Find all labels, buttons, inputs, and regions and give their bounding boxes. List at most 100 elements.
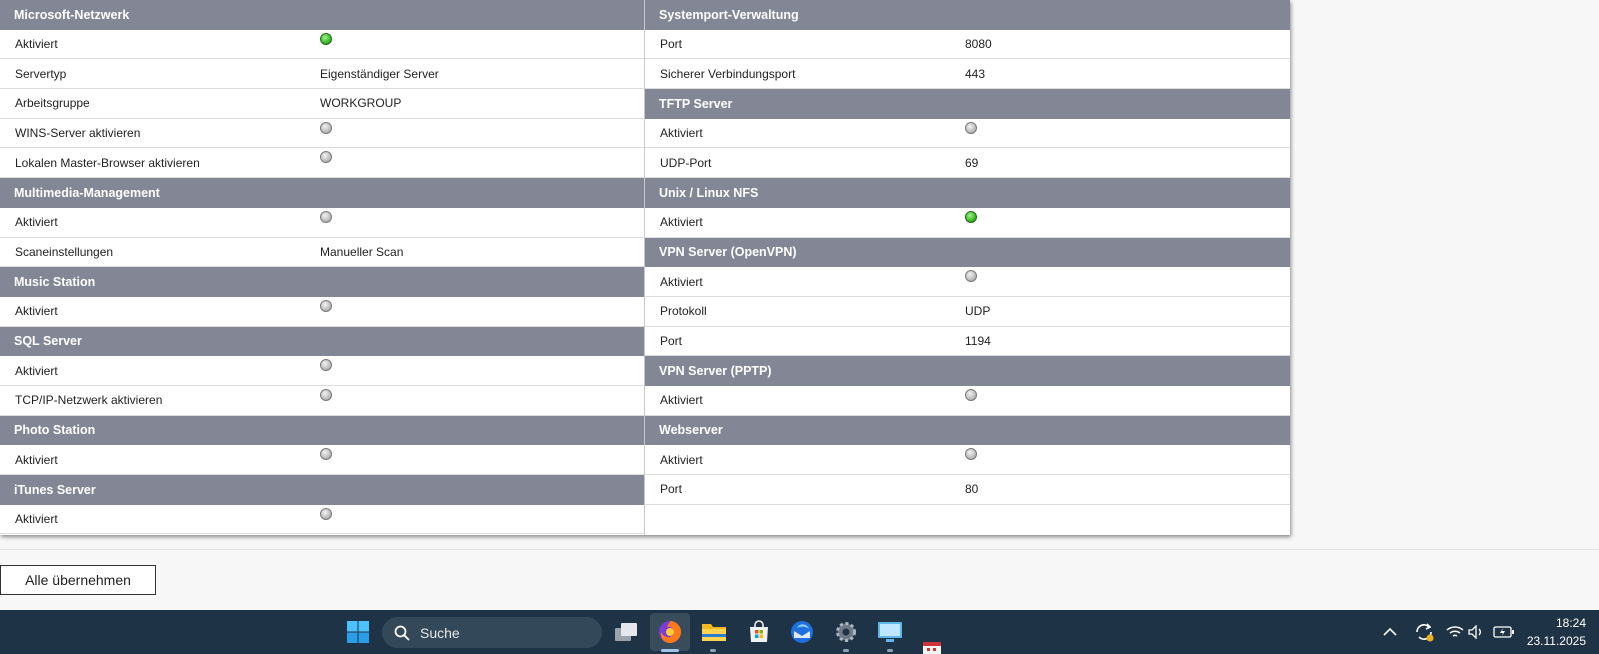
status-off-icon xyxy=(965,448,977,461)
setting-label: Aktiviert xyxy=(660,126,703,141)
status-indicator xyxy=(965,388,1290,408)
status-indicator xyxy=(320,299,644,319)
status-off-icon xyxy=(320,299,332,312)
remote-desktop-icon[interactable] xyxy=(876,618,904,646)
left-services-column: Microsoft-Netzwerk Aktiviert Servertyp Eige… xyxy=(0,0,645,535)
section-header: Microsoft-Netzwerk xyxy=(0,0,644,30)
thunderbird-icon[interactable] xyxy=(788,618,816,646)
setting-label: Aktiviert xyxy=(15,512,58,527)
firefox-icon[interactable] xyxy=(650,613,690,651)
status-indicator xyxy=(320,507,644,527)
search-icon xyxy=(394,625,410,641)
setting-label: Lokalen Master-Browser aktivieren xyxy=(15,155,200,170)
section-header: Photo Station xyxy=(0,415,644,446)
setting-row: Port 8080 xyxy=(645,29,1290,60)
section-header: iTunes Server xyxy=(0,475,644,505)
right-services-column: Systemport-Verwaltung Port 8080 Sicherer Ve… xyxy=(645,0,1290,535)
clock-time[interactable]: 18:24 xyxy=(1520,616,1586,630)
section-header: TFTP Server xyxy=(645,89,1290,119)
status-on-icon xyxy=(320,32,332,45)
setting-value: 69 xyxy=(965,155,979,170)
setting-value: Manueller Scan xyxy=(320,244,404,259)
setting-label: Protokoll xyxy=(660,304,707,319)
firefox-active-indicator xyxy=(661,649,679,652)
divider xyxy=(0,549,1599,550)
status-off-icon xyxy=(320,151,332,164)
status-indicator xyxy=(965,121,1290,141)
setting-value: 8080 xyxy=(965,37,992,52)
status-indicator xyxy=(320,388,644,408)
setting-label: Aktiviert xyxy=(15,304,58,319)
status-off-icon xyxy=(320,210,332,223)
section-header: SQL Server xyxy=(0,326,644,357)
status-off-icon xyxy=(320,359,332,372)
status-off-icon xyxy=(965,270,977,283)
setting-row: Aktiviert xyxy=(645,385,1290,416)
setting-label: Aktiviert xyxy=(660,215,703,230)
explorer-indicator xyxy=(710,649,716,652)
volume-icon[interactable] xyxy=(1466,618,1488,646)
status-indicator xyxy=(965,448,1290,467)
section-header: Music Station xyxy=(0,267,644,297)
windows-start-icon[interactable] xyxy=(344,618,372,646)
section-header: VPN Server (PPTP) xyxy=(645,356,1290,386)
taskbar-search-box[interactable]: Suche xyxy=(382,617,602,648)
setting-label: Aktiviert xyxy=(15,363,58,378)
status-indicator xyxy=(320,32,644,52)
file-explorer-icon[interactable] xyxy=(700,618,728,646)
calendar-icon[interactable] xyxy=(918,642,946,654)
setting-row: Servertyp Eigenständiger Server xyxy=(0,59,644,90)
status-indicator xyxy=(320,359,644,378)
settings-icon[interactable] xyxy=(832,618,860,646)
taskbar: Suche 18:24 23.11.2025 xyxy=(0,610,1599,654)
remote-desktop-indicator xyxy=(887,649,893,652)
setting-row: Arbeitsgruppe WORKGROUP xyxy=(0,89,644,119)
section-header: Systemport-Verwaltung xyxy=(645,0,1290,30)
sync-icon[interactable] xyxy=(1410,618,1438,646)
status-indicator xyxy=(965,210,1290,230)
task-view-icon[interactable] xyxy=(612,618,640,646)
setting-label: Aktiviert xyxy=(660,274,703,289)
section-header: Unix / Linux NFS xyxy=(645,178,1290,208)
setting-label: Sicherer Verbindungsport xyxy=(660,66,796,81)
setting-label: Arbeitsgruppe xyxy=(15,96,90,111)
search-placeholder: Suche xyxy=(420,624,460,641)
setting-label: WINS-Server aktivieren xyxy=(15,126,141,141)
setting-value: 80 xyxy=(965,482,979,497)
setting-row: Lokalen Master-Browser aktivieren xyxy=(0,148,644,179)
apply-all-button[interactable]: Alle übernehmen xyxy=(0,565,156,595)
setting-row: Aktiviert xyxy=(645,207,1290,238)
setting-row: Port 80 xyxy=(645,475,1290,505)
setting-row: Aktiviert xyxy=(0,296,644,327)
status-off-icon xyxy=(320,448,332,461)
wifi-icon[interactable] xyxy=(1444,618,1466,646)
setting-row: Aktiviert xyxy=(0,445,644,475)
setting-value: WORKGROUP xyxy=(320,96,402,111)
setting-label: Port xyxy=(660,333,683,348)
clock-date[interactable]: 23.11.2025 xyxy=(1520,634,1586,648)
status-indicator xyxy=(965,270,1290,289)
setting-row: UDP-Port 69 xyxy=(645,148,1290,179)
setting-value: 443 xyxy=(965,66,986,81)
status-off-icon xyxy=(320,388,332,401)
setting-row: Aktiviert xyxy=(645,445,1290,475)
settings-indicator xyxy=(843,649,849,652)
setting-row: WINS-Server aktivieren xyxy=(0,118,644,149)
setting-row: Aktiviert xyxy=(0,356,644,386)
setting-row: Aktiviert xyxy=(0,207,644,238)
status-off-icon xyxy=(965,121,977,134)
microsoft-store-icon[interactable] xyxy=(745,618,773,646)
status-indicator xyxy=(320,121,644,141)
page: Microsoft-Netzwerk Aktiviert Servertyp Eige… xyxy=(0,0,1599,654)
status-off-icon xyxy=(965,388,977,401)
setting-row: Port 1194 xyxy=(645,326,1290,357)
setting-row: Scaneinstellungen Manueller Scan xyxy=(0,237,644,268)
setting-label: Aktiviert xyxy=(15,452,58,467)
status-indicator xyxy=(320,448,644,467)
setting-row: Sicherer Verbindungsport 443 xyxy=(645,59,1290,90)
setting-label: Aktiviert xyxy=(15,215,58,230)
chevron-up-icon[interactable] xyxy=(1380,618,1400,646)
setting-label: UDP-Port xyxy=(660,155,712,170)
setting-row: TCP/IP-Netzwerk aktivieren xyxy=(0,385,644,416)
battery-charging-icon[interactable] xyxy=(1492,618,1516,646)
